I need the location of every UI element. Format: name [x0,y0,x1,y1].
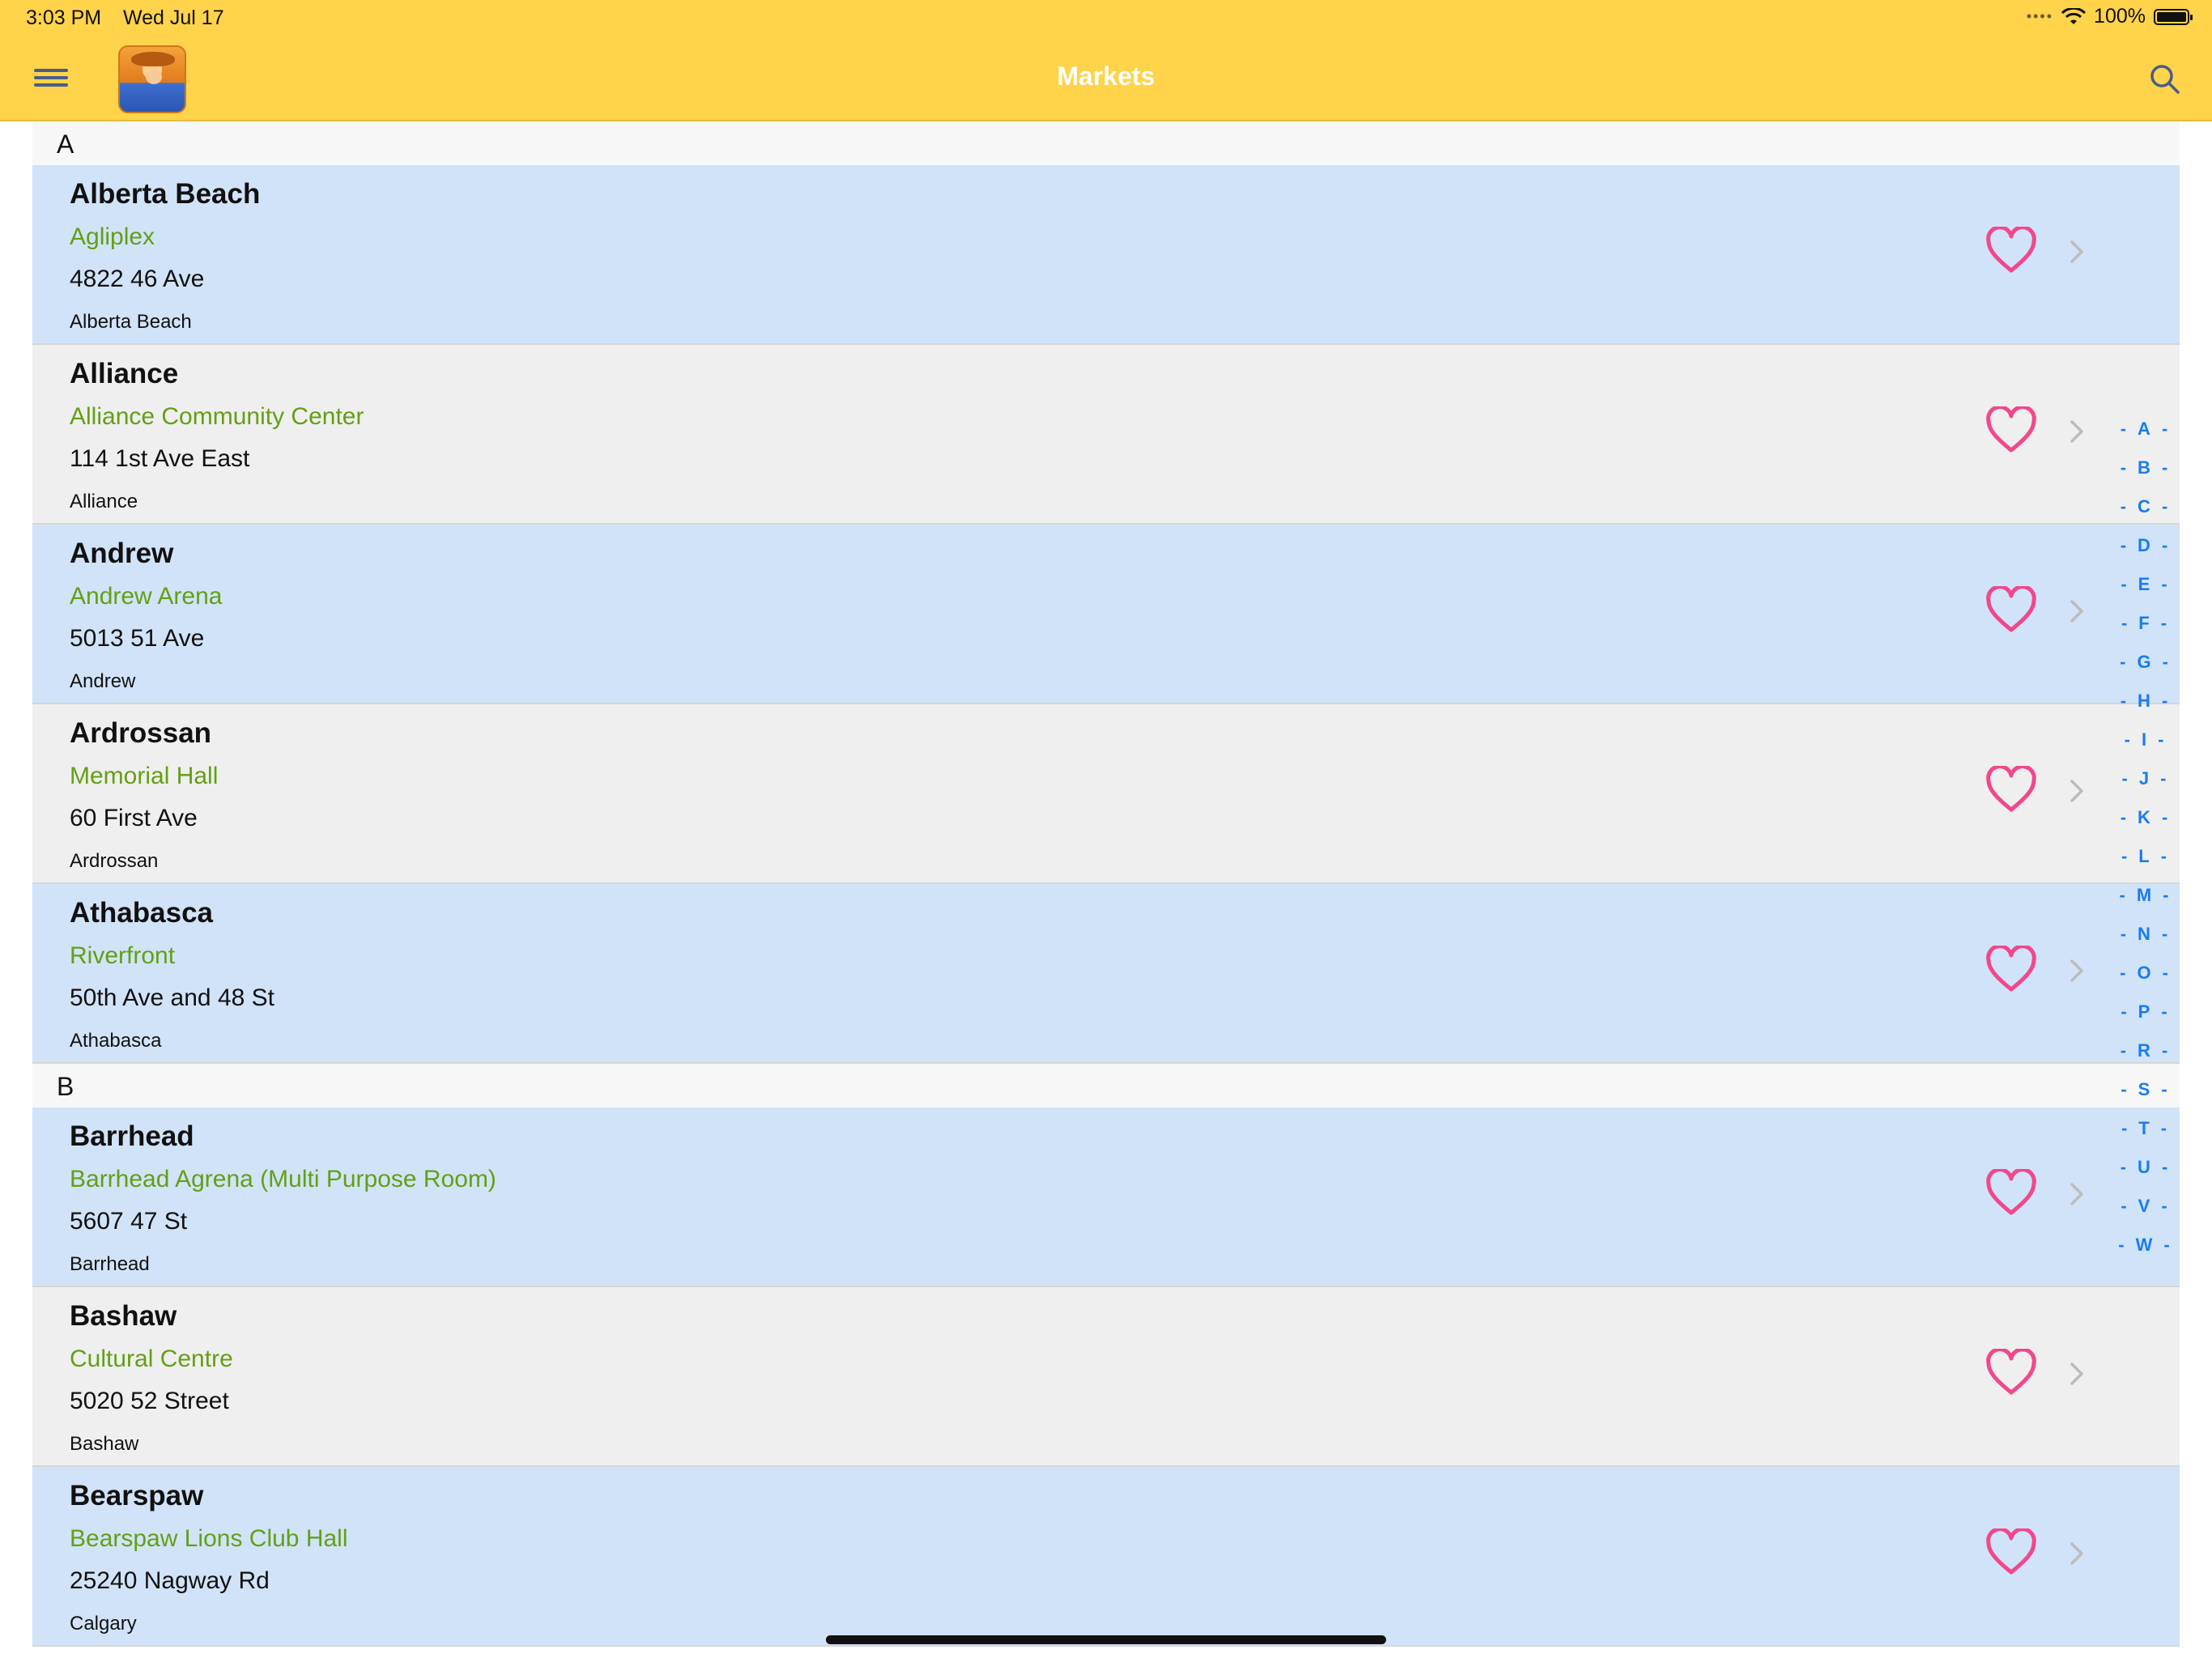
market-address: 25240 Nagway Rd [70,1567,270,1594]
index-letter-d[interactable]: -D- [2112,526,2176,565]
section-index[interactable]: -A- -B- -C- -D- -E- -F- -G- -H- -I- -J- … [2112,410,2176,1265]
heart-outline-icon[interactable] [1985,766,2037,813]
markets-list[interactable]: A Alberta Beach Agliplex 4822 46 Ave Alb… [32,121,2180,1647]
market-city: Calgary [70,1613,137,1635]
chevron-right-icon[interactable] [2069,779,2084,803]
index-letter-c[interactable]: -C- [2112,487,2176,526]
index-letter-r[interactable]: -R- [2112,1031,2176,1070]
chevron-right-icon[interactable] [2069,959,2084,983]
market-row[interactable]: Bearspaw Bearspaw Lions Club Hall 25240 … [32,1467,2180,1647]
market-name: Bashaw [70,1300,177,1332]
index-letter-e[interactable]: -E- [2112,565,2176,604]
market-name: Athabasca [70,897,214,929]
market-city: Bashaw [70,1433,139,1455]
market-city: Athabasca [70,1030,162,1052]
chevron-right-icon[interactable] [2069,1362,2084,1386]
market-name: Andrew [70,538,174,569]
section-letter: A [57,130,74,159]
market-address: 5013 51 Ave [70,625,205,652]
market-address: 5020 52 Street [70,1388,229,1414]
chevron-right-icon[interactable] [2069,419,2084,444]
index-letter-w[interactable]: -W- [2112,1226,2176,1265]
index-letter-n[interactable]: -N- [2112,915,2176,954]
market-name: Alberta Beach [70,178,261,210]
market-venue: Barrhead Agrena (Multi Purpose Room) [70,1166,496,1192]
section-header-b: B [32,1064,2180,1107]
market-city: Alliance [70,491,138,512]
market-address: 114 1st Ave East [70,445,250,472]
market-row[interactable]: Andrew Andrew Arena 5013 51 Ave Andrew [32,525,2180,704]
chevron-right-icon[interactable] [2069,1182,2084,1206]
heart-outline-icon[interactable] [1985,1169,2037,1216]
market-venue: Andrew Arena [70,583,223,610]
market-address: 5607 47 St [70,1208,188,1235]
section-header-a: A [32,121,2180,165]
market-address: 60 First Ave [70,805,198,831]
section-letter: B [57,1072,74,1101]
market-row[interactable]: Bashaw Cultural Centre 5020 52 Street Ba… [32,1287,2180,1467]
market-city: Ardrossan [70,850,159,872]
index-letter-t[interactable]: -T- [2112,1109,2176,1148]
index-letter-a[interactable]: -A- [2112,410,2176,449]
index-letter-i[interactable]: -I- [2112,721,2176,759]
market-row[interactable]: Alberta Beach Agliplex 4822 46 Ave Alber… [32,165,2180,345]
market-address: 50th Ave and 48 St [70,984,274,1011]
market-row[interactable]: Ardrossan Memorial Hall 60 First Ave Ard… [32,704,2180,884]
chevron-right-icon[interactable] [2069,240,2084,264]
market-name: Bearspaw [70,1480,204,1511]
market-city: Alberta Beach [70,311,192,333]
index-letter-g[interactable]: -G- [2112,643,2176,682]
market-city: Andrew [70,670,136,692]
heart-outline-icon[interactable] [1985,227,2037,274]
heart-outline-icon[interactable] [1985,946,2037,993]
market-venue: Riverfront [70,942,176,969]
heart-outline-icon[interactable] [1985,1528,2037,1575]
status-time: 3:03 PM [26,6,102,29]
index-letter-p[interactable]: -P- [2112,993,2176,1031]
status-date: Wed Jul 17 [123,6,224,29]
market-row[interactable]: Athabasca Riverfront 50th Ave and 48 St … [32,884,2180,1064]
index-letter-l[interactable]: -L- [2112,837,2176,876]
heart-outline-icon[interactable] [1985,586,2037,633]
market-row[interactable]: Alliance Alliance Community Center 114 1… [32,345,2180,525]
heart-outline-icon[interactable] [1985,1349,2037,1396]
battery-percent: 100% [2094,5,2146,28]
cellular-dots-icon: •••• [2026,8,2054,24]
market-name: Ardrossan [70,717,212,749]
index-letter-o[interactable]: -O- [2112,954,2176,993]
market-venue: Bearspaw Lions Club Hall [70,1525,348,1552]
index-letter-s[interactable]: -S- [2112,1070,2176,1109]
navigation-bar: 3:03 PM Wed Jul 17 •••• 100% Markets [0,0,2212,121]
battery-icon [2154,8,2193,25]
market-venue: Memorial Hall [70,763,219,789]
market-venue: Cultural Centre [70,1346,233,1372]
market-address: 4822 46 Ave [70,266,205,292]
index-letter-f[interactable]: -F- [2112,604,2176,643]
market-city: Barrhead [70,1253,150,1275]
index-letter-b[interactable]: -B- [2112,449,2176,487]
index-letter-m[interactable]: -M- [2112,876,2176,915]
index-letter-v[interactable]: -V- [2112,1187,2176,1226]
market-venue: Alliance Community Center [70,403,364,430]
market-venue: Agliplex [70,223,155,250]
index-letter-h[interactable]: -H- [2112,682,2176,721]
search-icon[interactable] [2149,63,2181,96]
status-icons: •••• 100% [2026,5,2193,28]
chevron-right-icon[interactable] [2069,599,2084,623]
market-name: Alliance [70,358,179,389]
index-letter-j[interactable]: -J- [2112,759,2176,798]
index-letter-u[interactable]: -U- [2112,1148,2176,1187]
chevron-right-icon[interactable] [2069,1541,2084,1566]
market-name: Barrhead [70,1120,194,1152]
index-letter-k[interactable]: -K- [2112,798,2176,837]
page-title: Markets [1057,62,1155,91]
wifi-icon [2061,7,2087,24]
market-row[interactable]: Barrhead Barrhead Agrena (Multi Purpose … [32,1107,2180,1287]
heart-outline-icon[interactable] [1985,406,2037,453]
home-indicator[interactable] [826,1635,1386,1644]
